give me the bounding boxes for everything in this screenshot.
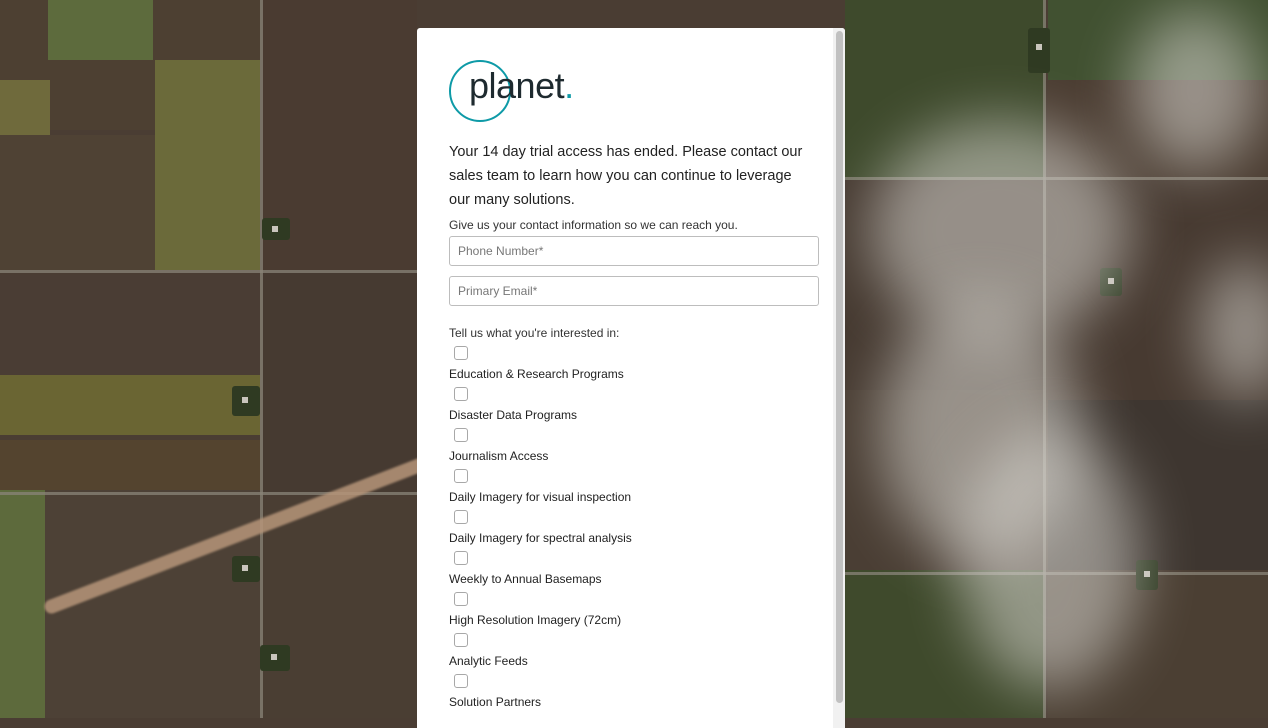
interest-checkbox[interactable] [454,633,468,647]
interest-label: High Resolution Imagery (72cm) [449,613,622,627]
logo-name: planet [469,65,565,106]
interest-option: Analytic Feeds [449,633,819,668]
primary-email-input[interactable] [449,276,819,306]
interest-label: Disaster Data Programs [449,408,578,422]
phone-number-input[interactable] [449,236,819,266]
interest-checkbox[interactable] [454,346,468,360]
scrollbar-thumb[interactable] [836,31,843,703]
scrollbar-track[interactable] [833,28,845,728]
interest-label: Journalism Access [449,449,549,463]
interest-checkbox[interactable] [454,674,468,688]
interest-option: High Resolution Imagery (72cm) [449,592,819,627]
interest-label: Education & Research Programs [449,367,624,381]
planet-logo: planet. [449,60,579,122]
interest-checkbox[interactable] [454,510,468,524]
interest-option: Education & Research Programs [449,346,819,381]
trial-ended-message: Your 14 day trial access has ended. Plea… [449,144,803,208]
interest-checkbox[interactable] [454,428,468,442]
interest-option: Daily Imagery for visual inspection [449,469,819,504]
interest-label: Daily Imagery for visual inspection [449,490,632,504]
interest-option: Journalism Access [449,428,819,463]
interest-option: Disaster Data Programs [449,387,819,422]
dialog-content: planet. Your 14 day trial access has end… [449,60,819,709]
logo-wordmark: planet. [469,68,574,104]
trial-ended-dialog: planet. Your 14 day trial access has end… [417,28,845,728]
logo-dot: . [564,65,574,106]
interest-option: Solution Partners [449,674,819,709]
interest-label: Solution Partners [449,695,542,709]
interest-checkbox[interactable] [454,592,468,606]
interest-option: Daily Imagery for spectral analysis [449,510,819,545]
interest-option: Weekly to Annual Basemaps [449,551,819,586]
interest-checkbox[interactable] [454,551,468,565]
contact-prompt: Give us your contact information so we c… [449,218,738,232]
interests-prompt: Tell us what you're interested in: [449,326,620,340]
interest-checkbox[interactable] [454,387,468,401]
interest-checkbox[interactable] [454,469,468,483]
interest-label: Weekly to Annual Basemaps [449,572,602,586]
interest-label: Analytic Feeds [449,654,528,668]
interest-label: Daily Imagery for spectral analysis [449,531,632,545]
